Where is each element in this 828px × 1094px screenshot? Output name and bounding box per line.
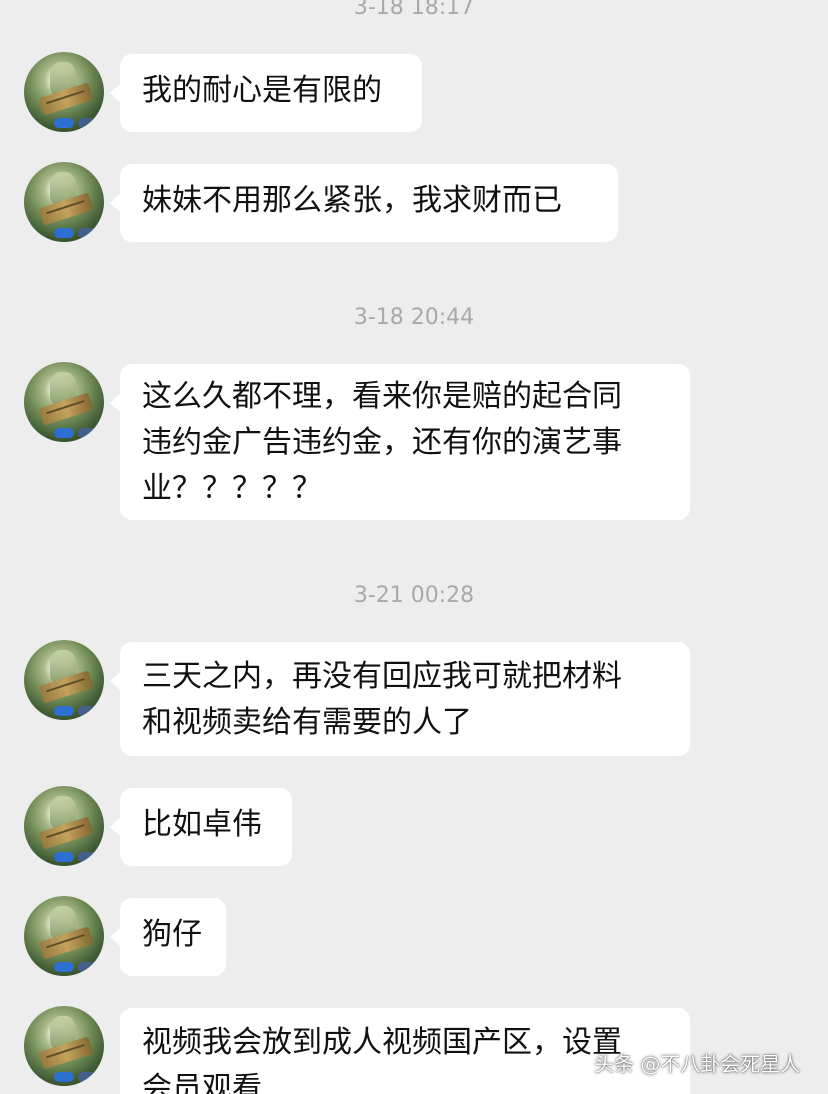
- contact-avatar[interactable]: [24, 896, 104, 976]
- message-text: 妹妹不用那么紧张，我求财而已: [142, 183, 562, 218]
- message-line: 违约金广告违约金，还有你的演艺事: [142, 425, 622, 460]
- contact-avatar[interactable]: [24, 1006, 104, 1086]
- contact-avatar[interactable]: [24, 640, 104, 720]
- contact-avatar[interactable]: [24, 362, 104, 442]
- message-bubble[interactable]: 妹妹不用那么紧张，我求财而已: [110, 164, 618, 242]
- message-text: 我的耐心是有限的: [142, 73, 382, 108]
- message-line: 业？？？？？: [142, 471, 322, 506]
- message-line: 视频我会放到成人视频国产区，设置: [142, 1025, 622, 1060]
- timestamp: 3-18 20:44: [353, 305, 475, 330]
- message-bubble[interactable]: 三天之内，再没有回应我可就把材料 和视频卖给有需要的人了: [110, 642, 690, 756]
- message-text: 狗仔: [142, 917, 202, 952]
- message-line: 会员观看: [142, 1071, 262, 1094]
- timestamp: 3-18 18:17: [353, 0, 475, 20]
- message-line: 这么久都不理，看来你是赔的起合同: [142, 379, 622, 414]
- timestamp: 3-21 00:28: [353, 583, 475, 608]
- message-line: 三天之内，再没有回应我可就把材料: [142, 659, 622, 694]
- message-bubble[interactable]: 狗仔: [110, 898, 226, 976]
- message-bubble[interactable]: 比如卓伟: [110, 788, 292, 866]
- contact-avatar[interactable]: [24, 786, 104, 866]
- watermark: 头条 @不八卦会死星人: [594, 1052, 801, 1076]
- message-bubble[interactable]: 我的耐心是有限的: [110, 54, 422, 132]
- message-line: 和视频卖给有需要的人了: [142, 705, 472, 740]
- message-text: 比如卓伟: [142, 807, 262, 842]
- message-bubble[interactable]: 这么久都不理，看来你是赔的起合同 违约金广告违约金，还有你的演艺事 业？？？？？: [110, 364, 690, 520]
- contact-avatar[interactable]: [24, 52, 104, 132]
- contact-avatar[interactable]: [24, 162, 104, 242]
